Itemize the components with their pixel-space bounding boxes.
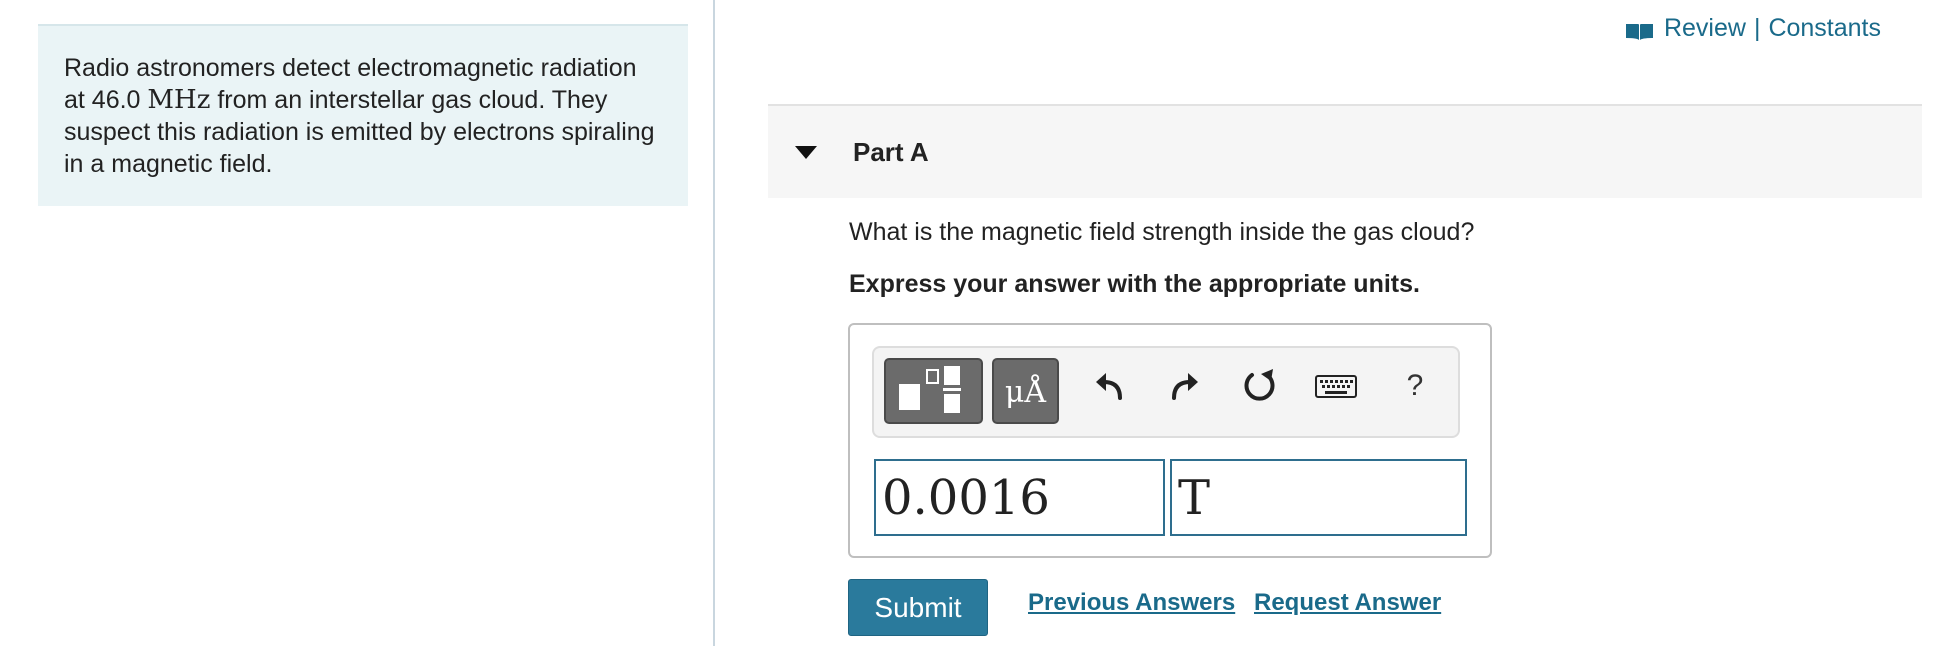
- part-title: Part A: [853, 136, 929, 167]
- instruction-text: Express your answer with the appropriate…: [849, 270, 1420, 298]
- caret-down-icon[interactable]: [795, 145, 817, 159]
- redo-icon[interactable]: [1164, 366, 1204, 406]
- submit-button[interactable]: Submit: [848, 579, 988, 636]
- answer-box: μÅ ? 0.0016 T: [848, 323, 1492, 558]
- book-icon: [1625, 19, 1654, 40]
- constants-link[interactable]: Constants: [1768, 14, 1881, 43]
- panel-divider: [713, 0, 715, 646]
- links-separator: |: [1753, 13, 1761, 42]
- answer-value-input[interactable]: 0.0016: [874, 459, 1165, 536]
- problem-statement-panel: Radio astronomers detect electromagnetic…: [38, 24, 688, 206]
- frequency-unit: MHz: [147, 85, 211, 115]
- templates-icon: [899, 366, 961, 413]
- help-button[interactable]: ?: [1400, 366, 1430, 406]
- answer-unit-input[interactable]: T: [1170, 459, 1467, 536]
- previous-answers-link[interactable]: Previous Answers: [1028, 589, 1235, 617]
- review-link[interactable]: Review: [1664, 14, 1746, 43]
- undo-icon[interactable]: [1090, 366, 1130, 406]
- units-button[interactable]: μÅ: [992, 358, 1059, 424]
- part-a-header[interactable]: Part A: [768, 104, 1922, 198]
- units-button-label: μÅ: [1004, 375, 1047, 410]
- keyboard-icon[interactable]: [1314, 366, 1360, 406]
- math-toolbar: μÅ ?: [872, 346, 1460, 438]
- request-answer-link[interactable]: Request Answer: [1254, 589, 1441, 617]
- templates-button[interactable]: [884, 358, 983, 424]
- question-text: What is the magnetic field strength insi…: [849, 218, 1475, 246]
- problem-text: Radio astronomers detect electromagnetic…: [64, 52, 664, 180]
- reset-icon[interactable]: [1240, 366, 1280, 406]
- review-constants-links: Review | Constants: [1625, 10, 1881, 46]
